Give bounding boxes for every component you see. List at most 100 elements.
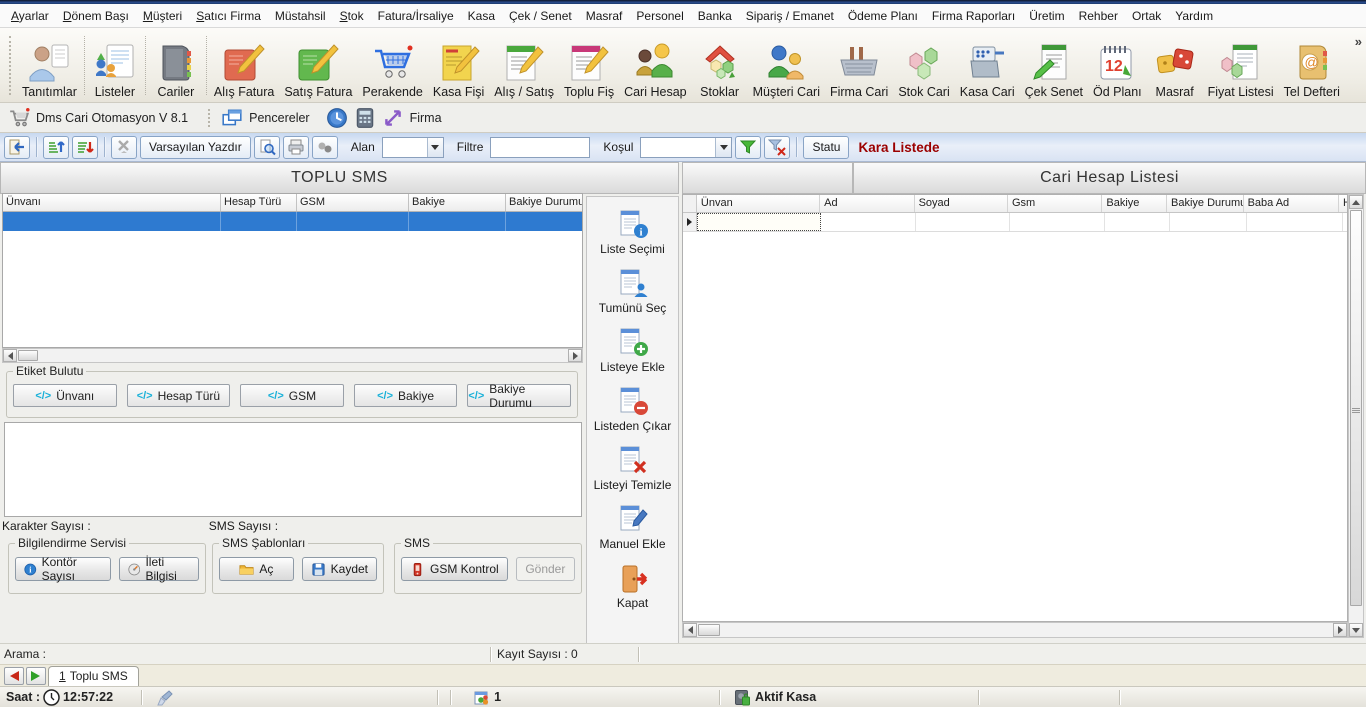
tab-toplu-sms[interactable]: 1 Toplu SMS — [48, 666, 139, 686]
toolbar-perakende-button[interactable]: Perakende — [357, 30, 427, 101]
toolbar-masraf-button[interactable]: Masraf — [1147, 30, 1203, 101]
toolbar-cariler-button[interactable]: Cariler — [148, 30, 204, 101]
gsm-kontrol-button[interactable]: GSM Kontrol — [401, 557, 508, 581]
tag-hesap-turu-button[interactable]: </> Hesap Türü — [126, 384, 231, 407]
menu-personel[interactable]: Personel — [629, 6, 690, 26]
chevron-down-icon[interactable] — [426, 137, 443, 157]
toolbar-tel-defteri-button[interactable]: @ Tel Defteri — [1279, 30, 1345, 101]
statu-button[interactable]: Statu — [803, 135, 850, 159]
tab-next-button[interactable] — [26, 667, 46, 685]
right-grid-hscrollbar[interactable] — [682, 622, 1348, 638]
exit-button[interactable] — [4, 135, 30, 159]
selected-row[interactable] — [3, 212, 582, 231]
scroll-up-arrow[interactable] — [1349, 195, 1363, 209]
windows-icon[interactable] — [221, 107, 243, 129]
menu-ortak[interactable]: Ortak — [1125, 6, 1168, 26]
liste-secimi-button[interactable]: i Liste Seçimi — [589, 207, 677, 262]
cell-ad[interactable] — [821, 213, 916, 231]
sms-message-textarea[interactable] — [4, 422, 582, 517]
scrollbar-thumb[interactable] — [18, 350, 38, 361]
toolbar-cek-senet-button[interactable]: Çek Senet — [1020, 30, 1088, 101]
manuel-ekle-button[interactable]: Manuel Ekle — [589, 502, 677, 557]
menu-stok[interactable]: Stok — [333, 6, 371, 26]
cell-baba-ad[interactable] — [1247, 213, 1343, 231]
toolbar-alis-fatura-button[interactable]: Alış Fatura — [209, 30, 279, 101]
ac-button[interactable]: Aç — [219, 557, 294, 581]
menu-yardim[interactable]: Yardım — [1168, 6, 1220, 26]
ileti-bilgisi-button[interactable]: İleti Bilgisi — [118, 555, 199, 583]
toolbar-kasa-cari-button[interactable]: Kasa Cari — [955, 30, 1020, 101]
column-header[interactable]: Bakiye Durumu — [506, 194, 582, 211]
cell-unvan[interactable] — [697, 213, 821, 231]
column-header[interactable]: Bakiye — [409, 194, 506, 211]
table-row[interactable] — [683, 213, 1347, 232]
scroll-down-arrow[interactable] — [1349, 623, 1363, 637]
column-header[interactable]: Ünvanı — [3, 194, 221, 211]
toolbar-toplu-fis-button[interactable]: Toplu Fiş — [559, 30, 619, 101]
broom-icon[interactable] — [156, 689, 173, 706]
default-print-button[interactable]: Varsayılan Yazdır — [140, 135, 251, 159]
tag-bakiye-durumu-button[interactable]: </> Bakiye Durumu — [467, 382, 571, 410]
menu-odeme-plani[interactable]: Ödeme Planı — [841, 6, 925, 26]
menu-cek-senet[interactable]: Çek / Senet — [502, 6, 579, 26]
toolbar-listeler-button[interactable]: Listeler — [87, 30, 143, 101]
calculator-icon[interactable] — [354, 107, 376, 129]
sort-descending-button[interactable] — [72, 135, 98, 159]
toplu-sms-grid[interactable]: Ünvanı Hesap Türü GSM Bakiye Bakiye Duru… — [2, 193, 583, 348]
toolbar-fiyat-listesi-button[interactable]: Fiyat Listesi — [1203, 30, 1279, 101]
menu-donem-basi[interactable]: Dönem Başı — [56, 6, 136, 26]
kaydet-button[interactable]: Kaydet — [301, 557, 377, 581]
column-header[interactable]: Soyad — [915, 195, 1008, 212]
menu-musteri[interactable]: Müşteri — [136, 6, 189, 26]
listeden-cikar-button[interactable]: Listeden Çıkar — [589, 384, 677, 439]
kontor-sayisi-button[interactable]: i Kontör Sayısı — [15, 555, 111, 583]
toolbar-stoklar-button[interactable]: Stoklar — [692, 30, 748, 101]
pencereler-label[interactable]: Pencereler — [249, 111, 309, 125]
column-header[interactable]: Gsm — [1008, 195, 1103, 212]
cart-small-icon[interactable] — [8, 107, 30, 129]
tumunu-sec-button[interactable]: Tumünü Seç — [589, 266, 677, 321]
tab-prev-button[interactable] — [4, 667, 24, 685]
left-grid-hscrollbar[interactable] — [2, 348, 583, 363]
clear-filter-button[interactable] — [764, 135, 791, 159]
tag-gsm-button[interactable]: </> GSM — [240, 384, 344, 407]
chevron-down-icon[interactable] — [715, 137, 732, 157]
print-preview-button[interactable] — [253, 135, 280, 159]
menu-siparis-emanet[interactable]: Sipariş / Emanet — [739, 6, 841, 26]
clear-sort-button[interactable] — [111, 135, 137, 159]
column-header[interactable]: Hesap Türü — [221, 194, 297, 211]
cell[interactable] — [1343, 213, 1347, 231]
toolbar-stok-cari-button[interactable]: Stok Cari — [893, 30, 954, 101]
scrollbar-thumb[interactable] — [698, 624, 720, 636]
toolbar-satis-fatura-button[interactable]: Satış Fatura — [279, 30, 357, 101]
toolbar-firma-cari-button[interactable]: Firma Cari — [825, 30, 893, 101]
toolbar-musteri-cari-button[interactable]: Müşteri Cari — [748, 30, 825, 101]
cell-bakiye[interactable] — [1105, 213, 1170, 231]
tag-unvani-button[interactable]: </> Ünvanı — [13, 384, 117, 407]
menu-banka[interactable]: Banka — [691, 6, 739, 26]
clock-blue-icon[interactable] — [326, 107, 348, 129]
menu-fatura-irsaliye[interactable]: Fatura/İrsaliye — [371, 6, 461, 26]
transfer-arrows-icon[interactable] — [382, 107, 404, 129]
column-header[interactable]: GSM — [297, 194, 409, 211]
kosul-combobox[interactable] — [640, 136, 733, 158]
scroll-right-arrow[interactable] — [568, 349, 582, 362]
column-header[interactable]: Bakiye Durumu — [1167, 195, 1244, 212]
cell-bakiye-durumu[interactable] — [1170, 213, 1247, 231]
menu-mustahsil[interactable]: Müstahsil — [268, 6, 333, 26]
menu-satici-firma[interactable]: Satıcı Firma — [189, 6, 268, 26]
cari-hesap-grid[interactable]: Ünvan Ad Soyad Gsm Bakiye Bakiye Durumu … — [682, 194, 1348, 622]
toolbar-kasa-fisi-button[interactable]: Kasa Fişi — [428, 30, 489, 101]
toolbar-cari-hesap-button[interactable]: Cari Hesap — [619, 30, 692, 101]
sort-ascending-button[interactable] — [43, 135, 69, 159]
scroll-left-arrow[interactable] — [3, 349, 17, 362]
column-header[interactable]: Bakiye — [1102, 195, 1168, 212]
copy-button[interactable] — [311, 135, 338, 159]
app-title[interactable]: Dms Cari Otomasyon V 8.1 — [36, 111, 188, 125]
menu-rehber[interactable]: Rehber — [1072, 6, 1125, 26]
toolbar-od-plani-button[interactable]: 12 Öd Planı — [1088, 30, 1147, 101]
menu-firma-raporlari[interactable]: Firma Raporları — [925, 6, 1022, 26]
cell-gsm[interactable] — [1010, 213, 1105, 231]
column-header[interactable]: Ünvan — [697, 195, 821, 212]
kapat-button[interactable]: Kapat — [589, 561, 677, 616]
